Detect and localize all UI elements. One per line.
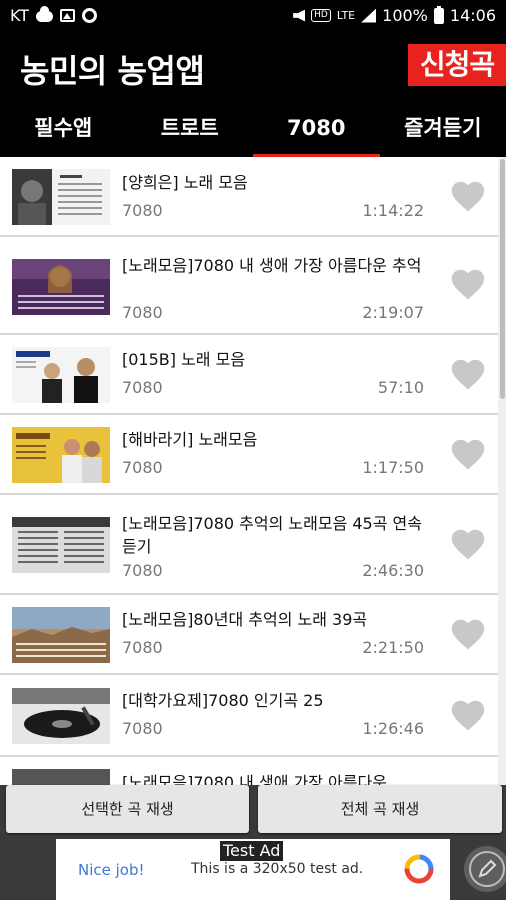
song-thumbnail [12,347,110,403]
song-row[interactable]: [노래모음]7080 내 생애 가장 아름다운 [0,757,498,785]
tab-essential-apps[interactable]: 필수앱 [0,100,127,157]
carrier-label: KT [10,6,30,25]
edit-fab[interactable] [464,846,506,892]
song-title: [015B] 노래 모음 [122,350,246,369]
heart-icon[interactable] [449,698,487,732]
tab-trot[interactable]: 트로트 [127,100,254,157]
app-bar: 농민의 농업앱 신청곡 [0,32,506,100]
tab-7080[interactable]: 7080 [253,100,380,157]
song-row[interactable]: [노래모음]7080 추억의 노래모음 45곡 연속듣기 7080 2:46:3… [0,495,498,595]
song-row[interactable]: [노래모음]80년대 추억의 노래 39곡 7080 2:21:50 [0,595,498,675]
test-ad-label: Test Ad [220,841,284,861]
song-title: [대학가요제]7080 인기곡 25 [122,691,324,710]
song-duration: 1:14:22 [362,201,424,220]
song-request-button[interactable]: 신청곡 [408,44,506,86]
ad-area: Nice job! This is a 320x50 test ad. Test… [0,837,506,900]
song-category: 7080 [122,303,163,322]
song-row[interactable]: [해바라기] 노래모음 7080 1:17:50 [0,415,498,495]
song-row[interactable]: [대학가요제]7080 인기곡 25 7080 1:26:46 [0,675,498,757]
cloud-icon [36,6,54,22]
song-thumbnail [12,259,110,315]
song-duration: 2:46:30 [362,561,424,580]
song-thumbnail [12,688,110,744]
song-list[interactable]: [양희은] 노래 모음 7080 1:14:22 [노래모음]7080 내 생애… [0,157,506,785]
signal-icon [361,8,377,23]
battery-percent: 100% [382,6,428,25]
song-row[interactable]: [양희은] 노래 모음 7080 1:14:22 [0,157,498,237]
heart-icon[interactable] [449,267,487,301]
hd-voice-icon: HD [311,9,331,22]
clock: 14:06 [449,6,496,25]
song-category: 7080 [122,561,163,580]
song-thumbnail [12,607,110,663]
song-duration: 1:26:46 [362,719,424,738]
app-title: 농민의 농업앱 [20,52,205,90]
song-title: [노래모음]80년대 추억의 노래 39곡 [122,610,368,629]
heart-icon[interactable] [449,357,487,391]
battery-icon [433,5,444,24]
heart-icon[interactable] [449,437,487,471]
scrollbar-thumb[interactable] [500,159,505,399]
tab-favorites[interactable]: 즐겨듣기 [380,100,506,157]
song-title: [해바라기] 노래모음 [122,430,258,449]
ad-nice-text: Nice job! [78,861,145,879]
ad-logo-icon [404,854,434,884]
play-selected-button[interactable]: 선택한 곡 재생 [6,785,249,833]
song-duration: 2:21:50 [362,638,424,657]
song-title: [양희은] 노래 모음 [122,173,248,192]
playback-actions: 선택한 곡 재생 전체 곡 재생 [0,785,506,837]
song-duration: 2:19:07 [362,303,424,322]
heart-icon[interactable] [449,617,487,651]
list-scrollbar[interactable] [498,157,506,785]
play-all-button[interactable]: 전체 곡 재생 [258,785,502,833]
song-thumbnail [12,769,110,785]
song-category: 7080 [122,378,163,397]
song-duration: 57:10 [377,378,424,397]
sync-icon [82,8,98,23]
pencil-icon [469,851,505,887]
song-category: 7080 [122,458,163,477]
heart-icon[interactable] [449,179,487,213]
song-thumbnail [12,517,110,573]
song-category: 7080 [122,201,163,220]
song-title: [노래모음]7080 내 생애 가장 아름다운 [122,773,387,785]
category-tabs: 필수앱 트로트 7080 즐겨듣기 [0,100,506,157]
song-category: 7080 [122,719,163,738]
ad-body-text: This is a 320x50 test ad. [191,861,364,877]
song-title: [노래모음]7080 내 생애 가장 아름다운 추억 [122,256,422,275]
song-duration: 1:17:50 [362,458,424,477]
mute-icon [293,9,306,22]
heart-icon[interactable] [449,527,487,561]
song-row[interactable]: [015B] 노래 모음 7080 57:10 [0,335,498,415]
song-thumbnail [12,169,110,225]
song-row[interactable]: [노래모음]7080 내 생애 가장 아름다운 추억 7080 2:19:07 [0,237,498,335]
song-category: 7080 [122,638,163,657]
gallery-icon [60,9,76,22]
network-type: LTE [336,9,356,22]
status-bar: KT HD LTE 100% 14:06 [0,0,506,32]
song-thumbnail [12,427,110,483]
song-title: [노래모음]7080 추억의 노래모음 45곡 연속듣기 [122,514,422,556]
